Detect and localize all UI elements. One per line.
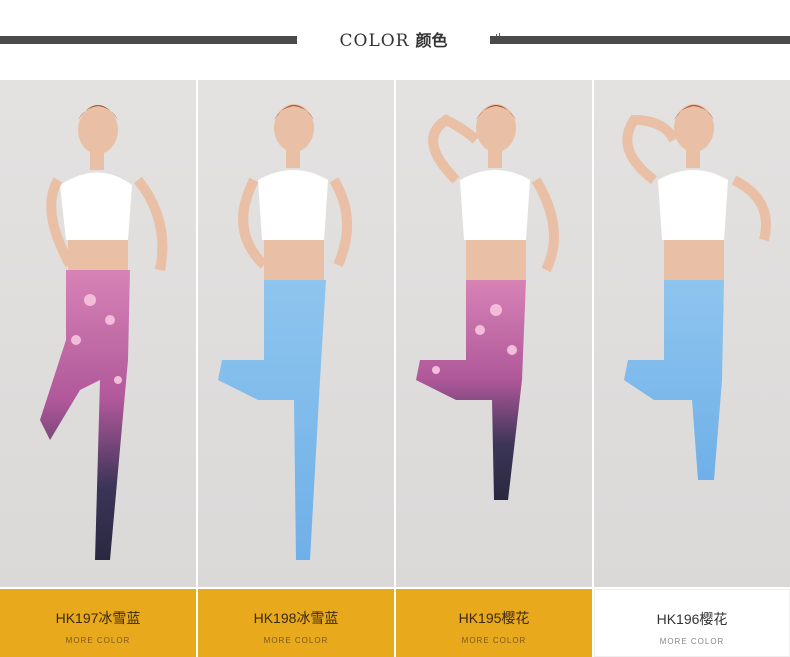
product-code: HK197冰雪蓝 [55,610,141,626]
title-chinese: 颜色 [415,31,448,50]
more-color-link[interactable]: MORE COLOR [0,636,196,645]
tick-marks-icon [490,24,504,42]
product-photo [594,80,790,587]
more-color-link[interactable]: MORE COLOR [396,636,592,645]
product-code: HK195樱花 [458,610,530,626]
header-left-bar [0,36,297,44]
header-right-bar [490,36,790,44]
section-title: COLOR 颜色 [297,27,490,51]
product-card[interactable]: HK197冰雪蓝 MORE COLOR [0,80,196,657]
product-code: HK196樱花 [656,611,728,627]
more-color-link[interactable]: MORE COLOR [198,636,394,645]
title-english: COLOR [339,31,410,51]
product-label: HK196樱花 MORE COLOR [594,589,790,657]
product-photo [0,80,196,587]
color-options-grid: HK197冰雪蓝 MORE COLOR HK198冰雪蓝 MORE COLOR … [0,80,790,657]
section-header: COLOR 颜色 [0,0,790,80]
product-code: HK198冰雪蓝 [253,610,339,626]
product-photo [198,80,394,587]
product-label: HK197冰雪蓝 MORE COLOR [0,589,196,657]
product-photo [396,80,592,587]
more-color-link[interactable]: MORE COLOR [595,637,789,646]
product-card[interactable]: HK198冰雪蓝 MORE COLOR [198,80,394,657]
product-label: HK195樱花 MORE COLOR [396,589,592,657]
product-label: HK198冰雪蓝 MORE COLOR [198,589,394,657]
product-card[interactable]: HK195樱花 MORE COLOR [396,80,592,657]
product-card[interactable]: HK196樱花 MORE COLOR [594,80,790,657]
